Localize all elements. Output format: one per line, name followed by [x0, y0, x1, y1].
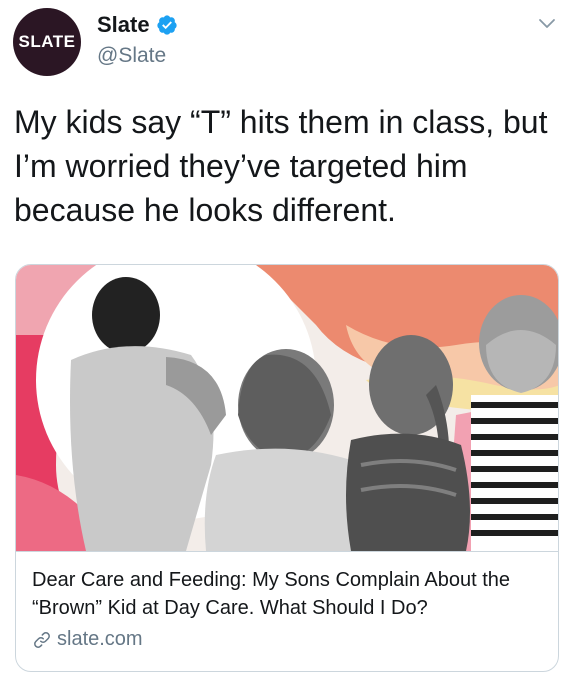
card-body: Dear Care and Feeding: My Sons Complain …: [16, 551, 558, 651]
avatar[interactable]: SLATE: [13, 8, 81, 76]
chevron-down-icon[interactable]: [537, 14, 557, 34]
card-title[interactable]: Dear Care and Feeding: My Sons Complain …: [32, 566, 544, 622]
card-image: [16, 265, 558, 551]
card-domain-text: slate.com: [57, 628, 143, 650]
tweet-text: My kids say “T” hits them in class, but …: [14, 104, 548, 228]
account-handle[interactable]: @Slate: [97, 44, 166, 68]
display-name[interactable]: Slate: [97, 12, 150, 38]
card-domain[interactable]: slate.com: [32, 628, 544, 651]
link-card[interactable]: Dear Care and Feeding: My Sons Complain …: [15, 264, 559, 672]
verified-badge-icon: [156, 15, 177, 35]
link-icon: [34, 631, 50, 648]
author-name-row: Slate: [97, 12, 178, 38]
avatar-logo-text: SLATE: [18, 32, 76, 51]
